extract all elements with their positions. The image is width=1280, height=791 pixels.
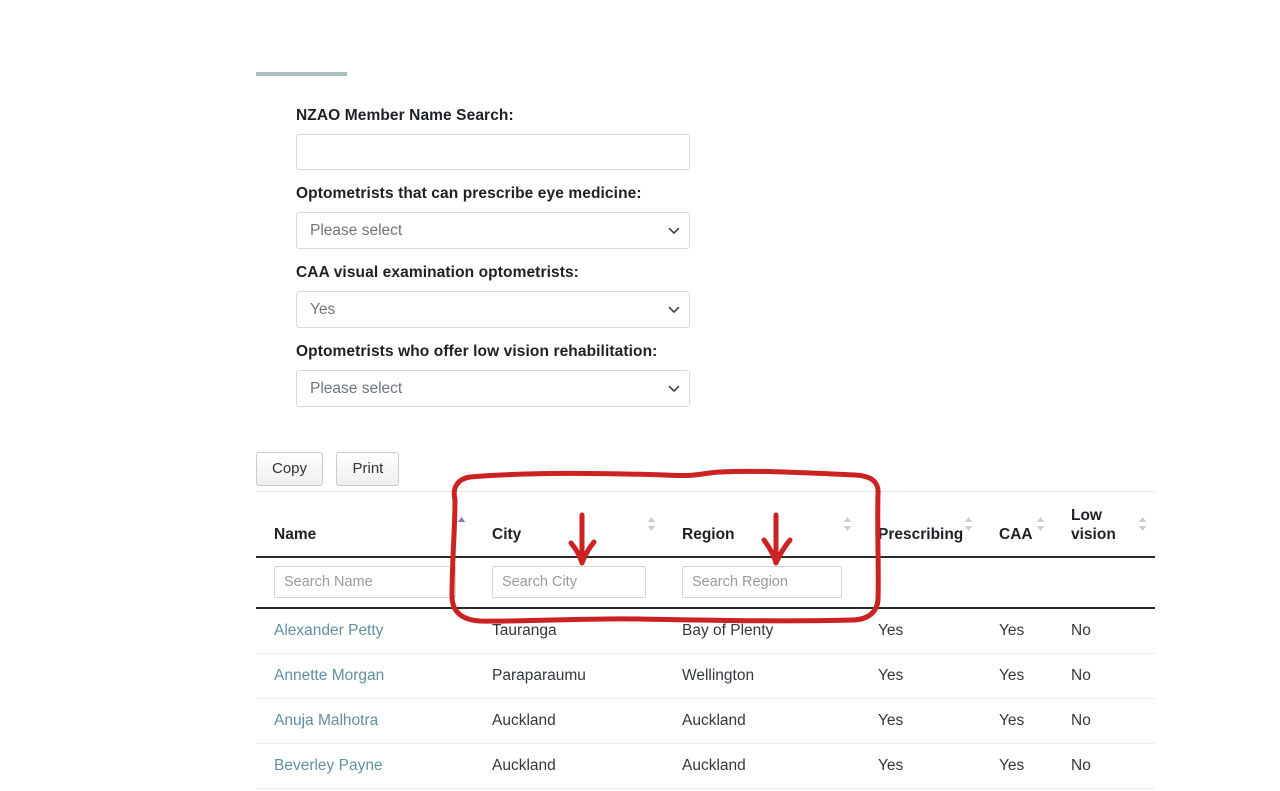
column-header-caa[interactable]: CAA — [981, 492, 1053, 558]
cell-name: Alexander Petty — [256, 608, 474, 654]
sort-none-icon[interactable] — [843, 516, 852, 532]
member-name-link[interactable]: Anuja Malhotra — [274, 712, 378, 729]
filter-cell-city — [474, 557, 664, 608]
column-header-low-vision[interactable]: Low vision — [1053, 492, 1155, 558]
table-header-row: Name City — [256, 492, 1155, 558]
select-low-vision-rehab[interactable]: Please select — [296, 370, 690, 407]
column-header-prescribing-label: Prescribing — [878, 525, 963, 544]
table-head: Name City — [256, 492, 1155, 609]
label-member-name: NZAO Member Name Search: — [296, 106, 690, 126]
table-row: Beverley Payne Auckland Auckland Yes Yes… — [256, 744, 1155, 789]
column-header-city[interactable]: City — [474, 492, 664, 558]
column-header-name-label: Name — [274, 525, 456, 544]
select-prescribe-medicine[interactable]: Please select — [296, 212, 690, 249]
print-button[interactable]: Print — [336, 452, 399, 486]
cell-caa: Yes — [981, 699, 1053, 744]
search-name-input[interactable] — [274, 566, 456, 598]
cell-low-vision: No — [1053, 744, 1155, 789]
sort-none-icon[interactable] — [1036, 516, 1045, 532]
search-form: NZAO Member Name Search: Optometrists th… — [296, 106, 690, 421]
field-low-vision-rehab: Optometrists who offer low vision rehabi… — [296, 342, 690, 407]
cell-city: Paraparaumu — [474, 654, 664, 699]
member-name-link[interactable]: Beverley Payne — [274, 757, 383, 774]
copy-button[interactable]: Copy — [256, 452, 323, 486]
member-name-link[interactable]: Alexander Petty — [274, 622, 383, 639]
cell-low-vision: No — [1053, 654, 1155, 699]
table-export-toolbar: Copy Print — [256, 452, 408, 486]
member-name-link[interactable]: Annette Morgan — [274, 667, 384, 684]
label-prescribe-medicine: Optometrists that can prescribe eye medi… — [296, 184, 690, 204]
cell-prescribing: Yes — [860, 744, 981, 789]
column-header-city-label: City — [492, 525, 646, 544]
cell-prescribing: Yes — [860, 699, 981, 744]
filter-cell-low-vision — [1053, 557, 1155, 608]
cell-caa: Yes — [981, 654, 1053, 699]
field-prescribe-medicine: Optometrists that can prescribe eye medi… — [296, 184, 690, 249]
sort-ascending-icon[interactable] — [457, 516, 466, 532]
cell-city: Auckland — [474, 699, 664, 744]
column-header-caa-label: CAA — [999, 525, 1035, 544]
column-header-region[interactable]: Region — [664, 492, 860, 558]
results-table-wrapper: Name City — [256, 491, 1155, 789]
page-root: NZAO Member Name Search: Optometrists th… — [0, 0, 1280, 791]
column-header-low-vision-label: Low vision — [1071, 506, 1137, 544]
select-caa-visual-exam[interactable]: Yes — [296, 291, 690, 328]
table-row: Alexander Petty Tauranga Bay of Plenty Y… — [256, 608, 1155, 654]
accent-rule — [256, 72, 347, 76]
search-city-input[interactable] — [492, 566, 646, 598]
search-region-input[interactable] — [682, 566, 842, 598]
cell-region: Auckland — [664, 744, 860, 789]
select-prescribe-medicine-value[interactable]: Please select — [296, 212, 690, 249]
field-member-name: NZAO Member Name Search: — [296, 106, 690, 170]
table-row: Anuja Malhotra Auckland Auckland Yes Yes… — [256, 699, 1155, 744]
cell-city: Tauranga — [474, 608, 664, 654]
member-name-input[interactable] — [296, 134, 690, 170]
cell-prescribing: Yes — [860, 654, 981, 699]
table-row: Annette Morgan Paraparaumu Wellington Ye… — [256, 654, 1155, 699]
column-header-region-label: Region — [682, 525, 842, 544]
column-filter-row — [256, 557, 1155, 608]
filter-cell-region — [664, 557, 860, 608]
results-table: Name City — [256, 491, 1155, 789]
cell-caa: Yes — [981, 744, 1053, 789]
cell-low-vision: No — [1053, 699, 1155, 744]
cell-prescribing: Yes — [860, 608, 981, 654]
cell-region: Wellington — [664, 654, 860, 699]
field-caa-visual-exam: CAA visual examination optometrists: Yes — [296, 263, 690, 328]
cell-name: Anuja Malhotra — [256, 699, 474, 744]
filter-cell-name — [256, 557, 474, 608]
filter-cell-prescribing — [860, 557, 981, 608]
select-caa-visual-exam-value[interactable]: Yes — [296, 291, 690, 328]
cell-city: Auckland — [474, 744, 664, 789]
cell-low-vision: No — [1053, 608, 1155, 654]
sort-none-icon[interactable] — [964, 516, 973, 532]
sort-none-icon[interactable] — [647, 516, 656, 532]
cell-name: Annette Morgan — [256, 654, 474, 699]
cell-caa: Yes — [981, 608, 1053, 654]
sort-none-icon[interactable] — [1138, 516, 1147, 532]
filter-cell-caa — [981, 557, 1053, 608]
column-header-prescribing[interactable]: Prescribing — [860, 492, 981, 558]
cell-name: Beverley Payne — [256, 744, 474, 789]
cell-region: Bay of Plenty — [664, 608, 860, 654]
cell-region: Auckland — [664, 699, 860, 744]
label-caa-visual-exam: CAA visual examination optometrists: — [296, 263, 690, 283]
label-low-vision-rehab: Optometrists who offer low vision rehabi… — [296, 342, 690, 362]
column-header-name[interactable]: Name — [256, 492, 474, 558]
table-body: Alexander Petty Tauranga Bay of Plenty Y… — [256, 608, 1155, 789]
select-low-vision-rehab-value[interactable]: Please select — [296, 370, 690, 407]
